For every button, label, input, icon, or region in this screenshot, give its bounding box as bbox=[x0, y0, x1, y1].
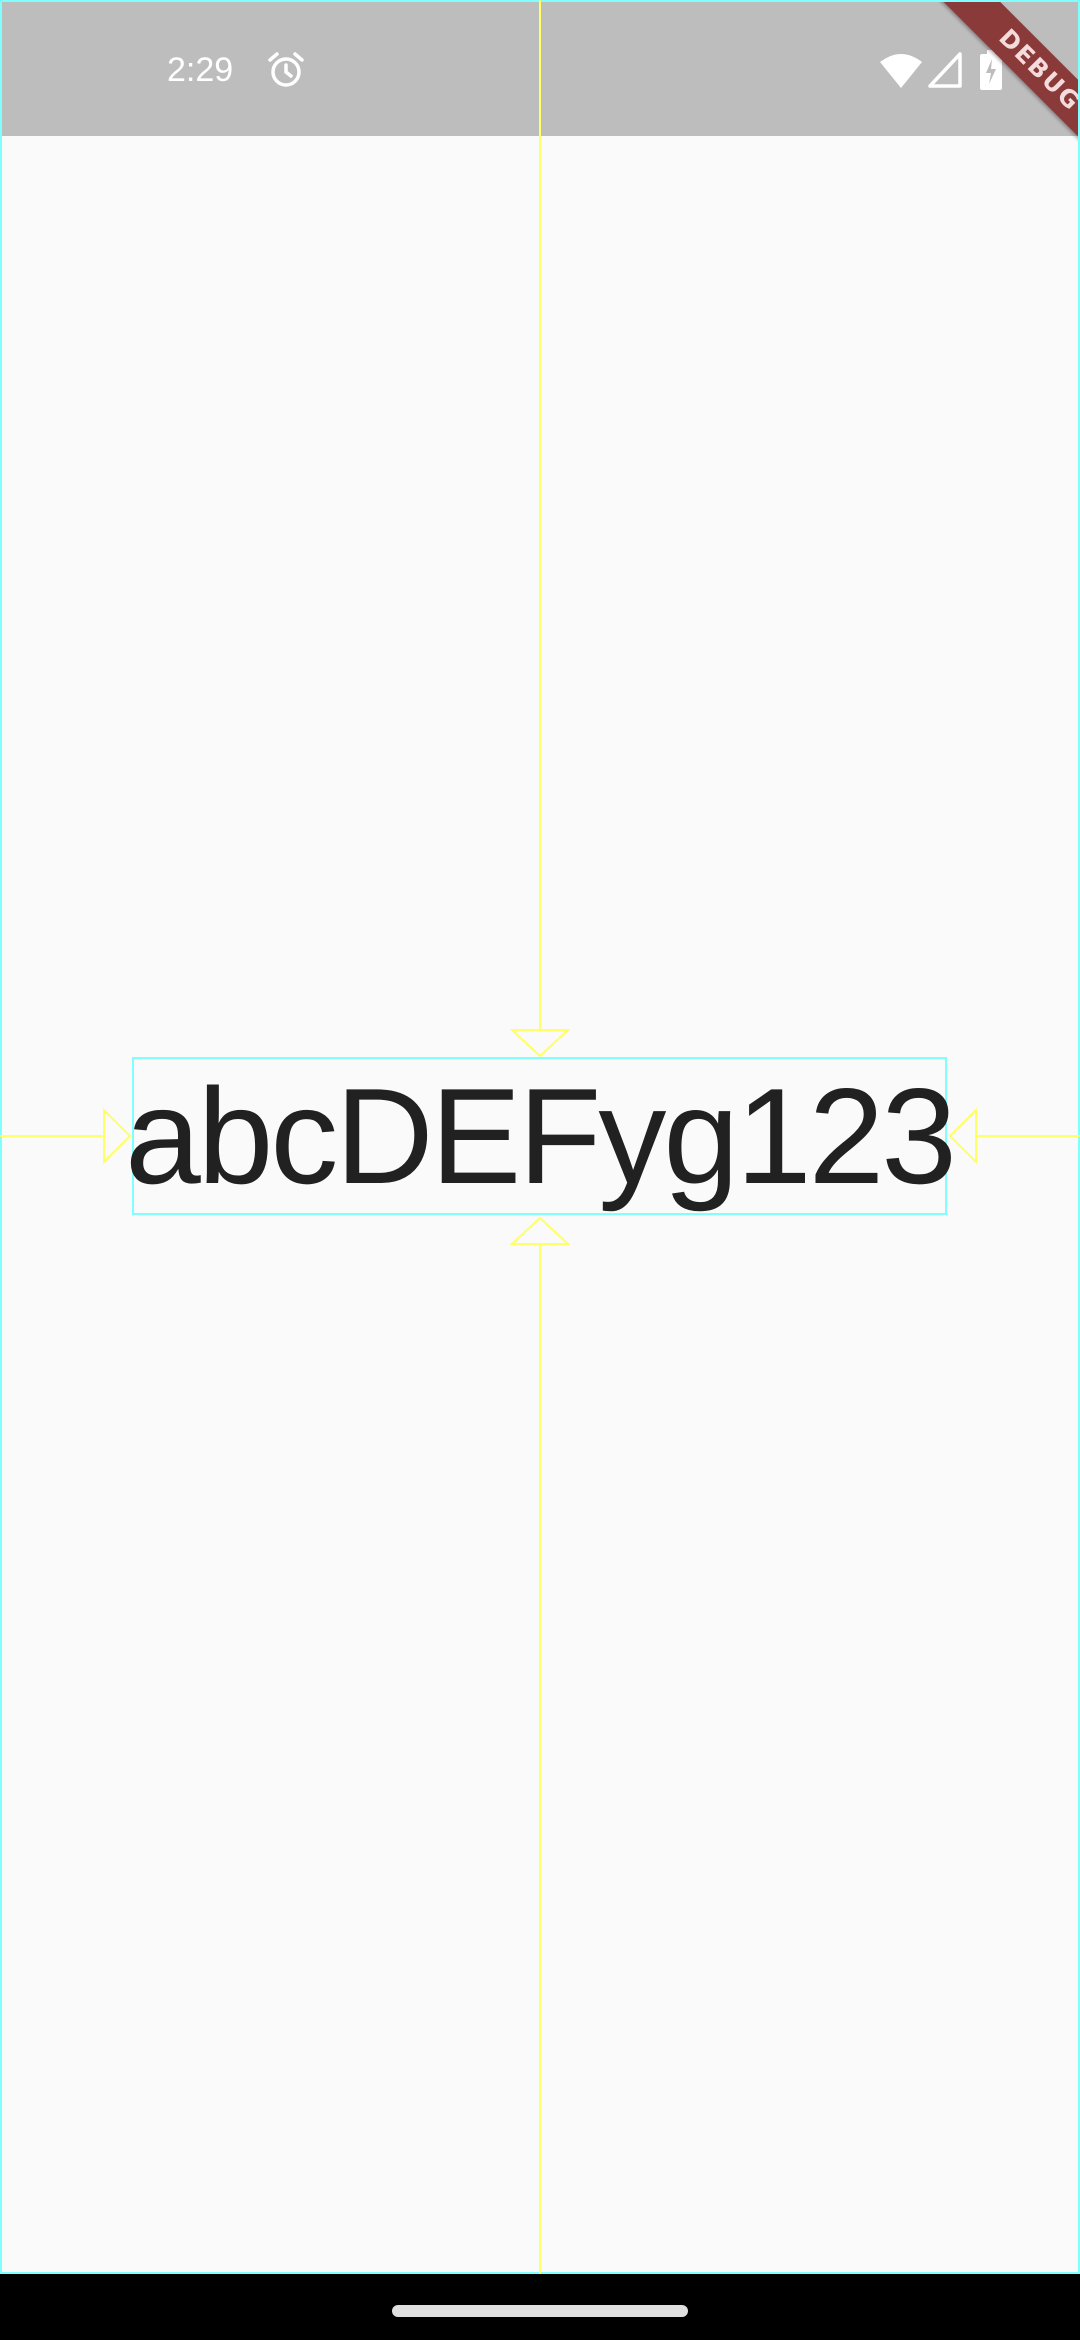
sample-text-container: abcDEFyg123 bbox=[125, 1058, 957, 1214]
guide-arrow-top bbox=[509, 1029, 571, 1058]
status-time: 2:29 bbox=[167, 51, 234, 89]
sample-text: abcDEFyg123 bbox=[125, 1060, 957, 1212]
debug-banner: DEBUG bbox=[920, 0, 1080, 160]
debug-ribbon-label: DEBUG bbox=[941, 0, 1080, 160]
home-handle[interactable] bbox=[392, 2305, 688, 2317]
app-screen: 2:29 DEBUG abcDEFyg123 bbox=[0, 0, 1080, 2274]
status-bar: 2:29 bbox=[0, 0, 1080, 136]
wifi-icon bbox=[880, 54, 922, 88]
guide-arrow-bottom bbox=[509, 1216, 571, 1245]
alarm-icon bbox=[268, 52, 304, 87]
